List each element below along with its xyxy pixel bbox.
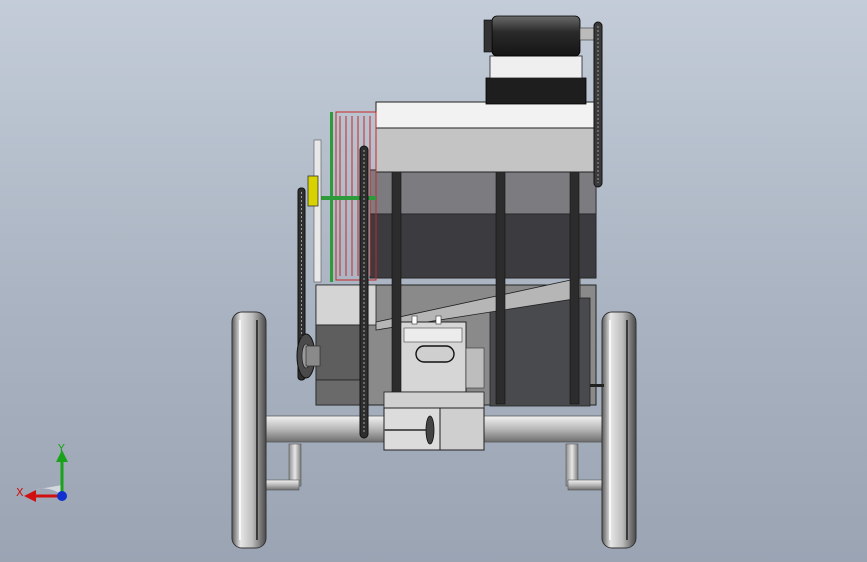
chain-left-inner	[359, 145, 369, 439]
x-axis-label: X	[16, 486, 24, 499]
machine-model[interactable]	[0, 0, 867, 562]
hopper-top-cover	[375, 101, 595, 173]
graphics-viewport[interactable]: Y X	[0, 0, 867, 562]
support-post-left	[264, 443, 302, 491]
side-knob	[590, 384, 604, 387]
y-axis-label: Y	[58, 442, 65, 455]
bottom-gearbox	[383, 391, 485, 451]
z-axis-dot-icon	[57, 491, 67, 501]
wheel-left	[231, 311, 267, 549]
chain-right	[593, 21, 603, 188]
support-post-right	[565, 443, 603, 491]
wheel-right	[601, 311, 637, 549]
top-roller-assembly	[483, 15, 603, 105]
hopper-body	[369, 169, 597, 279]
axis-triad	[12, 440, 82, 510]
